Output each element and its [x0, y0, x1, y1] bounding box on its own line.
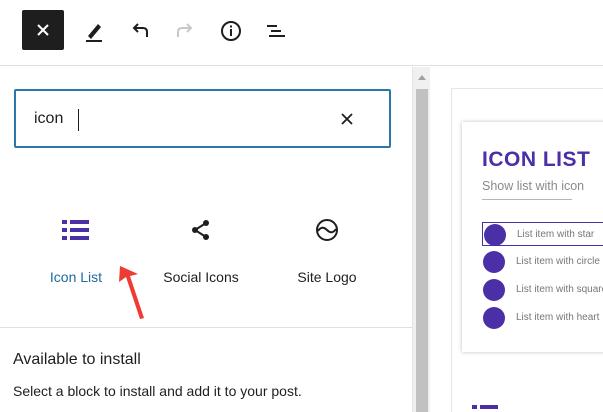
block-label: Social Icons: [163, 269, 239, 285]
list-view-button[interactable]: [256, 12, 296, 50]
list-item-text: List item with heart: [516, 312, 600, 323]
list-item: List item with heart: [482, 306, 603, 330]
pencil-icon: [86, 24, 102, 42]
clear-search-button[interactable]: [335, 107, 359, 131]
list-bullet-icon: [483, 251, 505, 273]
search-box: [14, 89, 391, 148]
preview-title: ICON LIST: [482, 148, 591, 171]
close-icon: [37, 24, 49, 36]
list-bullet-icon: [483, 279, 505, 301]
site-logo-icon: [262, 213, 392, 247]
annotation-arrow-icon: [119, 266, 144, 319]
close-inserter-button[interactable]: [22, 10, 64, 50]
redo-button[interactable]: [165, 12, 205, 50]
block-inserter-panel: Icon List Social Icons Site Logo Availab…: [0, 67, 412, 412]
block-result-social-icons[interactable]: Social Icons: [136, 213, 266, 293]
list-item-text: List item with square: [516, 284, 603, 295]
redo-icon: [177, 23, 193, 37]
list-item-text: List item with circle: [516, 256, 600, 267]
section-divider: [0, 327, 412, 328]
list-bullet-icon: [484, 224, 506, 246]
search-input[interactable]: [34, 107, 314, 131]
available-to-install-description: Select a block to install and add it to …: [13, 383, 302, 399]
icon-list-icon: [11, 213, 141, 247]
text-caret: [78, 109, 79, 131]
details-button[interactable]: [211, 12, 251, 50]
close-icon: [341, 113, 353, 125]
block-result-site-logo[interactable]: Site Logo: [262, 213, 392, 293]
undo-icon: [132, 23, 148, 37]
block-label: Site Logo: [297, 269, 357, 285]
icon-list-icon: [472, 405, 498, 409]
preview-subtitle: Show list with icon: [482, 179, 585, 193]
available-to-install-heading: Available to install: [13, 351, 141, 368]
list-view-icon: [267, 25, 285, 37]
share-icon: [136, 213, 266, 247]
tools-button[interactable]: [74, 12, 114, 50]
list-bullet-icon: [483, 307, 505, 329]
scroll-up-arrow-icon[interactable]: [413, 71, 431, 83]
block-preview-area: ICON LIST Show list with icon List item …: [431, 67, 603, 412]
list-item-text: List item with star: [517, 229, 595, 240]
list-item: List item with star: [482, 222, 603, 246]
info-icon: [221, 21, 241, 41]
list-item: List item with circle: [482, 250, 603, 274]
subtitle-underline: [482, 199, 572, 200]
panel-scrollbar[interactable]: [412, 67, 430, 412]
list-item: List item with square: [482, 278, 603, 302]
icon-list-preview-card: ICON LIST Show list with icon List item …: [462, 122, 603, 352]
undo-button[interactable]: [120, 12, 160, 50]
top-toolbar: [0, 0, 603, 66]
scrollbar-thumb[interactable]: [416, 89, 428, 412]
